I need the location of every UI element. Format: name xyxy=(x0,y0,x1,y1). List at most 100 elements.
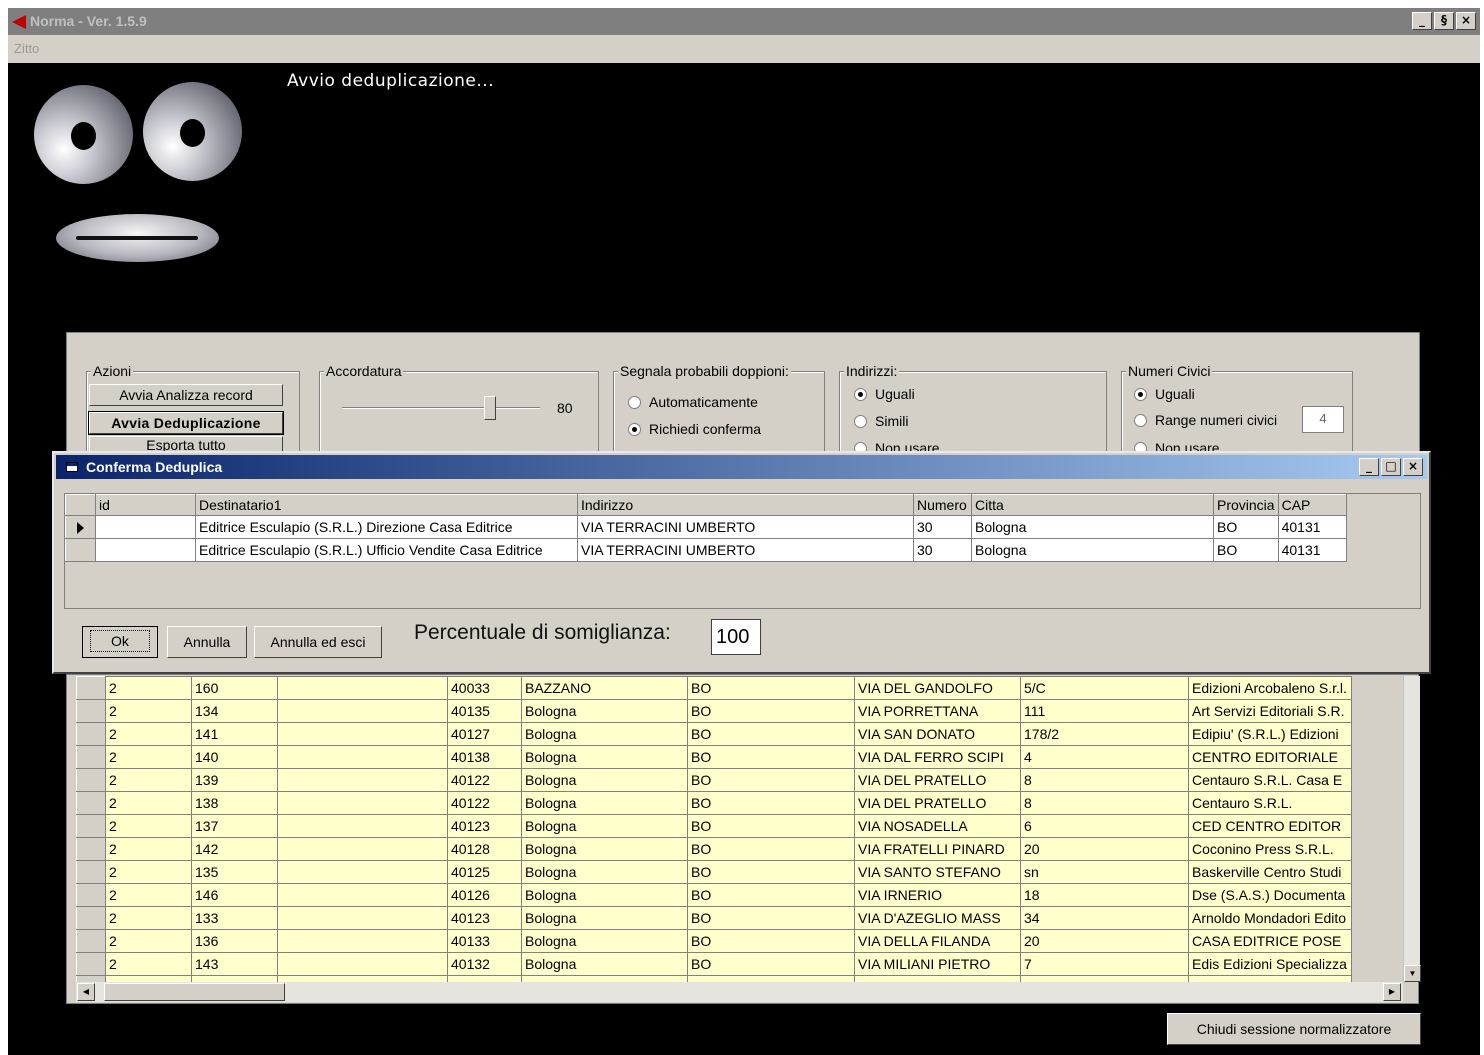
minimize-button[interactable]: _ xyxy=(1412,12,1432,30)
menu-item-zitto[interactable]: Zitto xyxy=(14,41,39,56)
table-cell[interactable]: 40138 xyxy=(447,745,522,769)
table-cell[interactable]: 4 xyxy=(1020,745,1189,769)
table-cell[interactable]: 30 xyxy=(913,538,972,562)
table-cell[interactable]: VIA DAL FERRO SCIPI xyxy=(854,745,1021,769)
table-cell[interactable]: Bologna xyxy=(521,906,688,930)
table-row[interactable]: 2 142 40128 Bologna BO VIA FRATELLI PINARD 20 C… xyxy=(76,837,1352,861)
table-cell[interactable]: VIA SAN DONATO xyxy=(854,722,1021,746)
radio-civici-uguali[interactable]: Uguali xyxy=(1134,386,1195,402)
table-cell[interactable]: 5/C xyxy=(1020,676,1189,700)
table-cell[interactable]: 138 xyxy=(191,791,278,815)
horizontal-scroll-thumb[interactable] xyxy=(104,983,285,1001)
radio-richiedi-conferma-circle[interactable] xyxy=(628,422,641,436)
table-cell[interactable]: 2 xyxy=(105,929,192,953)
table-row[interactable]: 2 140 40138 Bologna BO VIA DAL FERRO SCIPI 4 CE… xyxy=(76,745,1352,769)
table-cell[interactable]: 40131 xyxy=(1277,515,1347,539)
table-row[interactable]: 2 138 40122 Bologna BO VIA DEL PRATELLO 8 Centa… xyxy=(76,791,1352,815)
ok-button[interactable]: Ok xyxy=(82,626,158,658)
table-cell[interactable]: 2 xyxy=(105,768,192,792)
table-cell[interactable]: Editrice Esculapio (S.R.L.) Ufficio Vend… xyxy=(195,538,578,562)
table-cell[interactable]: 40131 xyxy=(1277,538,1347,562)
column-header-citta[interactable]: Citta xyxy=(971,494,1214,516)
radio-indirizzi-simili-circle[interactable] xyxy=(854,414,867,428)
table-cell[interactable]: Edis Edizioni Specializza xyxy=(1188,952,1352,976)
table-cell[interactable]: BAZZANO xyxy=(521,676,688,700)
row-header[interactable] xyxy=(76,745,106,769)
table-cell[interactable]: 40133 xyxy=(447,929,522,953)
table-cell[interactable]: Art Servizi Editoriali S.R. xyxy=(1188,699,1352,723)
table-cell[interactable]: VIA MILIANI PIETRO xyxy=(854,952,1021,976)
radio-civici-uguali-circle[interactable] xyxy=(1134,387,1147,401)
table-cell[interactable]: Edipiu' (S.R.L.) Edizioni xyxy=(1188,722,1352,746)
row-header[interactable] xyxy=(76,837,106,861)
restore-button[interactable]: § xyxy=(1434,12,1454,30)
table-cell[interactable]: VIA DEL GANDOLFO xyxy=(854,676,1021,700)
close-button[interactable]: × xyxy=(1456,12,1476,30)
table-cell[interactable]: 139 xyxy=(191,768,278,792)
table-cell[interactable] xyxy=(277,929,448,953)
table-cell[interactable]: BO xyxy=(1213,515,1279,539)
table-cell[interactable]: BO xyxy=(687,837,855,861)
table-cell[interactable]: 133 xyxy=(191,906,278,930)
dialog-close-button[interactable]: × xyxy=(1403,458,1423,476)
column-header-numero[interactable]: Numero xyxy=(913,494,972,516)
table-cell[interactable] xyxy=(277,814,448,838)
table-cell[interactable] xyxy=(277,722,448,746)
table-cell[interactable]: Bologna xyxy=(521,929,688,953)
table-cell[interactable]: BO xyxy=(687,883,855,907)
similarity-input[interactable]: 100 xyxy=(711,619,761,655)
table-cell[interactable]: 18 xyxy=(1020,883,1189,907)
dialog-minimize-button[interactable]: _ xyxy=(1359,458,1379,476)
table-row[interactable]: 2 135 40125 Bologna BO VIA SANTO STEFANO sn Bas… xyxy=(76,860,1352,884)
table-cell[interactable]: 160 xyxy=(191,676,278,700)
radio-indirizzi-uguali[interactable]: Uguali xyxy=(854,386,915,402)
table-cell[interactable]: 40128 xyxy=(447,837,522,861)
table-cell[interactable]: BO xyxy=(687,791,855,815)
column-header-cap[interactable]: CAP xyxy=(1277,494,1347,516)
table-row[interactable]: 2 136 40133 Bologna BO VIA DELLA FILANDA 20 CAS… xyxy=(76,929,1352,953)
table-row[interactable]: Editrice Esculapio (S.R.L.) Ufficio Vend… xyxy=(65,538,1347,562)
table-row[interactable]: 2 133 40123 Bologna BO VIA D'AZEGLIO MASS 34 Ar… xyxy=(76,906,1352,930)
scroll-left-button[interactable]: ◀ xyxy=(77,983,95,1001)
table-cell[interactable]: 40132 xyxy=(447,952,522,976)
table-cell[interactable]: Bologna xyxy=(521,952,688,976)
table-cell[interactable]: BO xyxy=(687,860,855,884)
table-cell[interactable]: Bologna xyxy=(971,515,1214,539)
table-row[interactable]: 2 143 40132 Bologna BO VIA MILIANI PIETRO 7 Edi… xyxy=(76,952,1352,976)
table-cell[interactable] xyxy=(277,745,448,769)
radio-civici-range-circle[interactable] xyxy=(1134,413,1147,427)
row-header[interactable] xyxy=(76,906,106,930)
table-cell[interactable]: BO xyxy=(687,676,855,700)
table-cell[interactable]: 40122 xyxy=(447,791,522,815)
column-header-destinatario[interactable]: Destinatario1 xyxy=(195,494,578,516)
table-row[interactable]: 2 134 40135 Bologna BO VIA PORRETTANA 111 Art S… xyxy=(76,699,1352,723)
table-row[interactable]: 2 137 40123 Bologna BO VIA NOSADELLA 6 CED CENT… xyxy=(76,814,1352,838)
table-cell[interactable]: 2 xyxy=(105,906,192,930)
table-cell[interactable]: 20 xyxy=(1020,929,1189,953)
grid-horizontal-scrollbar[interactable]: ◀ ▶ xyxy=(76,982,1403,1002)
table-cell[interactable]: Bologna xyxy=(521,791,688,815)
table-cell[interactable]: VIA SANTO STEFANO xyxy=(854,860,1021,884)
table-cell[interactable]: sn xyxy=(1020,860,1189,884)
table-cell[interactable]: Editrice Esculapio (S.R.L.) Direzione Ca… xyxy=(195,515,578,539)
table-cell[interactable]: BO xyxy=(687,745,855,769)
table-cell[interactable]: 142 xyxy=(191,837,278,861)
table-cell[interactable]: VIA NOSADELLA xyxy=(854,814,1021,838)
table-cell[interactable]: VIA TERRACINI UMBERTO xyxy=(577,515,914,539)
radio-indirizzi-simili[interactable]: Simili xyxy=(854,413,908,429)
table-cell[interactable]: 40033 xyxy=(447,676,522,700)
table-cell[interactable]: 2 xyxy=(105,814,192,838)
row-header[interactable] xyxy=(76,860,106,884)
row-header[interactable] xyxy=(65,538,96,562)
table-cell[interactable]: 40122 xyxy=(447,768,522,792)
table-cell[interactable]: 178/2 xyxy=(1020,722,1189,746)
table-cell[interactable]: Bologna xyxy=(521,883,688,907)
deduplicazione-button[interactable]: Avvia Deduplicazione xyxy=(88,411,284,435)
table-cell[interactable]: VIA DEL PRATELLO xyxy=(854,768,1021,792)
table-cell[interactable]: 6 xyxy=(1020,814,1189,838)
table-cell[interactable]: VIA TERRACINI UMBERTO xyxy=(577,538,914,562)
table-cell[interactable]: 2 xyxy=(105,883,192,907)
table-cell[interactable]: 136 xyxy=(191,929,278,953)
accordatura-slider[interactable] xyxy=(484,396,496,420)
table-cell[interactable]: Bologna xyxy=(521,745,688,769)
